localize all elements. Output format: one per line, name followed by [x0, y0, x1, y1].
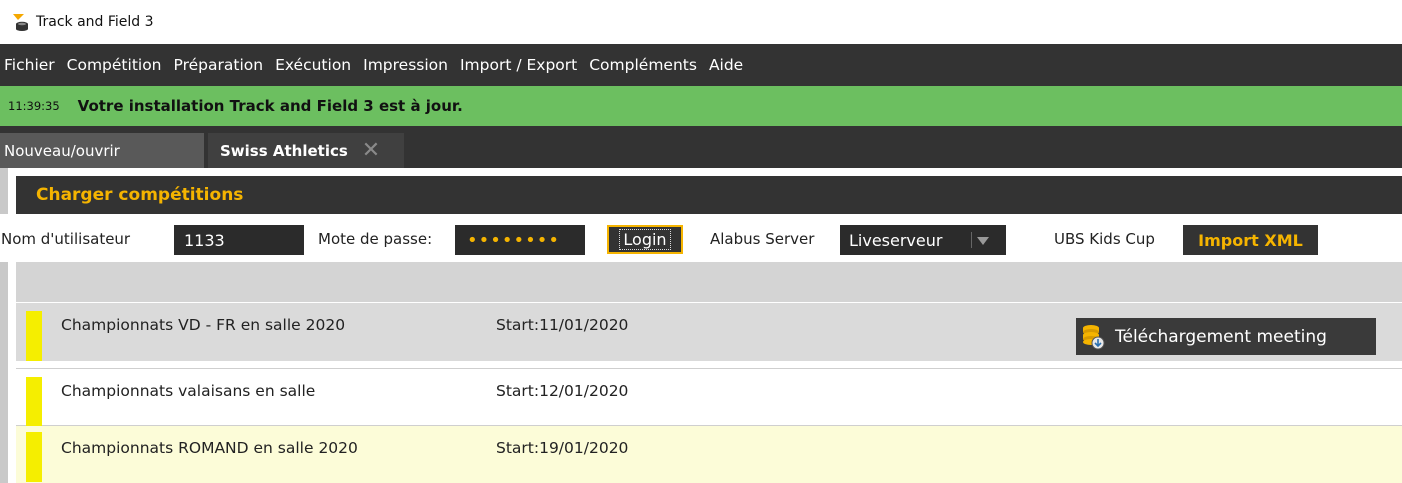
competition-name: Championnats ROMAND en salle 2020 — [61, 439, 358, 457]
menu-complements[interactable]: Compléments — [583, 56, 703, 74]
app-icon — [12, 13, 30, 31]
competition-start: Start:12/01/2020 — [496, 382, 629, 400]
username-value: 1133 — [184, 230, 225, 250]
password-value: •••••••• — [467, 229, 560, 251]
tab-label: Swiss Athletics — [220, 141, 348, 160]
server-select-value: Liveserveur — [849, 230, 943, 250]
download-meeting-button[interactable]: Téléchargement meeting — [1076, 318, 1376, 355]
chevron-down-icon[interactable] — [977, 237, 989, 245]
menu-competition[interactable]: Compétition — [61, 56, 168, 74]
kids-cup-label: UBS Kids Cup — [1054, 230, 1155, 248]
import-xml-button[interactable]: Import XML — [1183, 225, 1318, 255]
menu-import-export[interactable]: Import / Export — [454, 56, 583, 74]
username-input[interactable]: 1133 — [174, 225, 304, 255]
status-message: Votre installation Track and Field 3 est… — [77, 97, 463, 115]
competition-name: Championnats valaisans en salle — [61, 382, 316, 400]
list-header-bar — [16, 262, 1402, 302]
panel-header: Charger compétitions — [16, 176, 1402, 214]
menu-bar: Fichier Compétition Préparation Exécutio… — [0, 44, 1402, 86]
menu-impression[interactable]: Impression — [357, 56, 454, 74]
panel-title: Charger compétitions — [36, 185, 244, 205]
database-download-icon — [1081, 324, 1105, 350]
status-bar: 11:39:35 Votre installation Track and Fi… — [0, 86, 1402, 126]
tab-label: Nouveau/ouvrir — [4, 141, 120, 160]
competition-start: Start:19/01/2020 — [496, 439, 629, 457]
competition-name: Championnats VD - FR en salle 2020 — [61, 316, 346, 334]
password-input[interactable]: •••••••• — [455, 225, 585, 255]
menu-preparation[interactable]: Préparation — [168, 56, 270, 74]
tab-swiss-athletics[interactable]: Swiss Athletics ✕ — [208, 133, 404, 168]
row-marker — [26, 432, 42, 482]
tab-nouveau-ouvrir[interactable]: Nouveau/ouvrir — [0, 133, 204, 168]
password-label: Mote de passe: — [318, 230, 433, 248]
row-marker — [26, 377, 42, 427]
menu-aide[interactable]: Aide — [703, 56, 749, 74]
tab-bar: Nouveau/ouvrir Swiss Athletics ✕ — [0, 126, 1402, 168]
status-time: 11:39:35 — [8, 99, 60, 113]
select-divider — [971, 232, 972, 248]
row-marker — [26, 311, 42, 361]
import-xml-label: Import XML — [1198, 230, 1303, 250]
competition-start: Start:11/01/2020 — [496, 316, 629, 334]
server-label: Alabus Server — [710, 230, 815, 248]
login-button-label: Login — [619, 229, 671, 250]
close-icon[interactable]: ✕ — [362, 139, 380, 162]
login-button[interactable]: Login — [607, 225, 683, 254]
download-meeting-label: Téléchargement meeting — [1115, 326, 1327, 347]
login-row: Nom d'utilisateur 1133 Mote de passe: ••… — [0, 214, 1402, 262]
window-titlebar: Track and Field 3 — [0, 0, 1402, 44]
competition-row[interactable]: Championnats ROMAND en salle 2020 Start:… — [16, 426, 1402, 483]
menu-fichier[interactable]: Fichier — [0, 56, 61, 74]
menu-execution[interactable]: Exécution — [269, 56, 357, 74]
server-select[interactable]: Liveserveur — [840, 225, 1006, 255]
window-title: Track and Field 3 — [36, 14, 154, 30]
competition-row[interactable]: Championnats valaisans en salle Start:12… — [16, 368, 1402, 427]
username-label: Nom d'utilisateur — [1, 230, 131, 248]
